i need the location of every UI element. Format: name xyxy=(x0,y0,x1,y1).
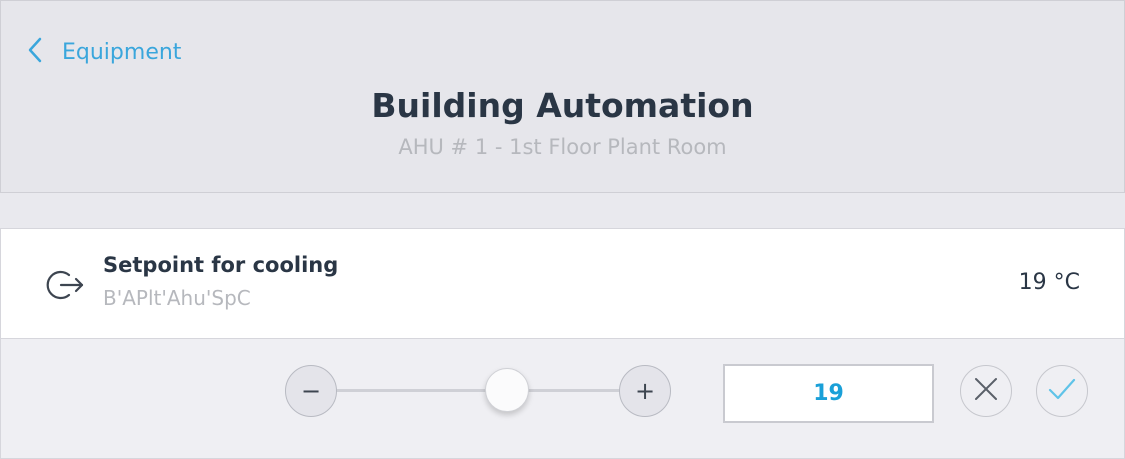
back-label: Equipment xyxy=(62,39,182,65)
datapoint-address: B'APlt'Ahu'SpC xyxy=(103,286,251,310)
confirm-button[interactable] xyxy=(1036,365,1088,417)
decrement-button[interactable]: − xyxy=(285,365,337,417)
datapoint-row[interactable] xyxy=(0,228,1125,339)
datapoint-value: 19 °C xyxy=(1018,270,1080,295)
cancel-button[interactable] xyxy=(960,365,1012,417)
increment-button[interactable]: + xyxy=(619,365,671,417)
checkmark-icon xyxy=(1047,376,1077,406)
value-editor-panel xyxy=(0,339,1125,459)
value-input[interactable] xyxy=(723,364,934,423)
back-button[interactable]: Equipment xyxy=(25,36,181,68)
slider-thumb[interactable] xyxy=(484,368,529,412)
chevron-left-icon xyxy=(25,34,45,70)
page-title: Building Automation xyxy=(371,86,754,125)
page-subtitle: AHU # 1 - 1st Floor Plant Room xyxy=(398,135,727,159)
slider-track[interactable] xyxy=(335,389,621,392)
close-icon xyxy=(973,376,999,406)
datapoint-name: Setpoint for cooling xyxy=(103,253,339,277)
output-arrow-icon xyxy=(45,268,85,302)
